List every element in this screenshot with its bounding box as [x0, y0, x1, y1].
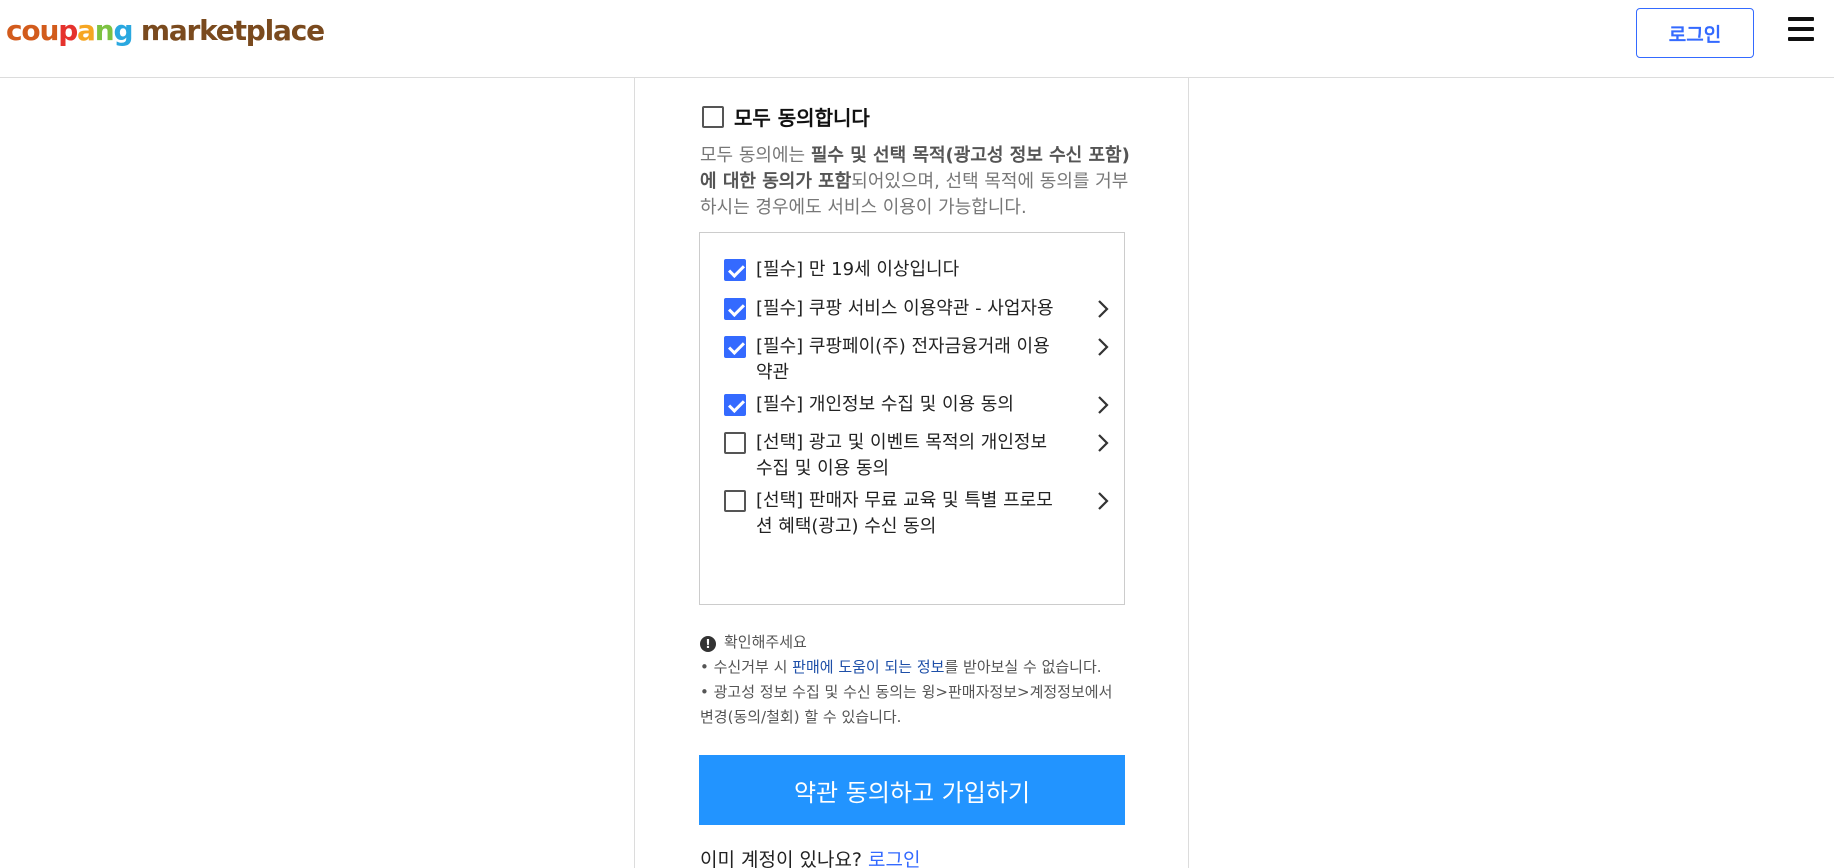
- chevron-right-icon[interactable]: [1096, 299, 1110, 319]
- notice-line-1-text: • 수신거부 시: [700, 658, 793, 676]
- term-checkbox[interactable]: [724, 298, 746, 320]
- term-checkbox[interactable]: [724, 336, 746, 358]
- logo-letter: o: [21, 14, 40, 47]
- term-row[interactable]: [선택] 판매자 무료 교육 및 특별 프로모션 혜택(광고) 수신 동의: [724, 488, 1114, 540]
- logo-letter: c: [6, 14, 23, 47]
- already-text: 이미 계정이 있나요?: [700, 849, 869, 868]
- logo-letter: u: [39, 14, 59, 47]
- agree-all-description: 모두 동의에는 필수 및 선택 목적(광고성 정보 수신 포함)에 대한 동의가…: [700, 143, 1130, 221]
- term-label: [필수] 개인정보 수집 및 이용 동의: [756, 394, 1014, 415]
- term-row[interactable]: [필수] 쿠팡페이(주) 전자금융거래 이용약관: [724, 334, 1114, 386]
- logo-letter: a: [77, 14, 96, 47]
- agree-all-label: 모두 동의합니다: [734, 106, 870, 130]
- terms-list: [필수] 만 19세 이상입니다 [필수] 쿠팡 서비스 이용약관 - 사업자용 […: [699, 232, 1125, 605]
- chevron-right-icon[interactable]: [1096, 491, 1110, 511]
- chevron-right-icon[interactable]: [1096, 395, 1110, 415]
- exclamation-icon: !: [700, 636, 716, 652]
- notice-line-1-end: 를 받아보실 수 없습니다.: [944, 658, 1102, 676]
- header: coupang marketplace 로그인: [0, 0, 1834, 78]
- hamburger-icon[interactable]: [1788, 17, 1814, 47]
- term-label: [필수] 만 19세 이상입니다: [756, 259, 960, 280]
- logo-letter: g: [113, 14, 133, 47]
- coupang-marketplace-logo[interactable]: coupang marketplace: [6, 14, 325, 48]
- notice-title: 확인해주세요: [724, 633, 807, 651]
- agree-all-row[interactable]: 모두 동의합니다: [702, 102, 870, 131]
- term-checkbox[interactable]: [724, 432, 746, 454]
- term-label: [필수] 쿠팡페이(주) 전자금융거래 이용약관: [756, 336, 1050, 383]
- term-label: [선택] 광고 및 이벤트 목적의 개인정보 수집 및 이용 동의: [756, 432, 1048, 479]
- notice-line-2: • 광고성 정보 수집 및 수신 동의는 윙>판매자정보>계정정보에서 변경(동…: [700, 683, 1113, 726]
- agree-and-signup-button[interactable]: 약관 동의하고 가입하기: [699, 755, 1125, 825]
- chevron-right-icon[interactable]: [1096, 433, 1110, 453]
- term-checkbox[interactable]: [724, 394, 746, 416]
- term-checkbox[interactable]: [724, 490, 746, 512]
- logo-letter: p: [58, 14, 78, 47]
- logo-letter: marketplace: [132, 14, 325, 47]
- term-checkbox[interactable]: [724, 259, 746, 281]
- term-row[interactable]: [필수] 쿠팡 서비스 이용약관 - 사업자용: [724, 296, 1114, 322]
- term-row[interactable]: [필수] 만 19세 이상입니다: [724, 257, 1114, 283]
- already-have-account: 이미 계정이 있나요? 로그인: [700, 845, 921, 868]
- login-link[interactable]: 로그인: [868, 849, 920, 868]
- agree-all-checkbox[interactable]: [702, 105, 724, 128]
- notice-block: ! 확인해주세요 • 수신거부 시 판매에 도움이 되는 정보를 받아보실 수 없…: [700, 630, 1130, 730]
- logo-letter: n: [94, 14, 115, 47]
- chevron-right-icon[interactable]: [1096, 337, 1110, 357]
- term-row[interactable]: [선택] 광고 및 이벤트 목적의 개인정보 수집 및 이용 동의: [724, 430, 1114, 482]
- term-row[interactable]: [필수] 개인정보 수집 및 이용 동의: [724, 392, 1114, 418]
- notice-line-1: • 수신거부 시 판매에 도움이 되는 정보를 받아보실 수 없습니다.: [700, 655, 1130, 680]
- notice-highlight: 판매에 도움이 되는 정보: [792, 658, 945, 676]
- description-text: 모두 동의에는: [700, 145, 811, 166]
- login-button[interactable]: 로그인: [1636, 8, 1754, 58]
- term-label: [선택] 판매자 무료 교육 및 특별 프로모션 혜택(광고) 수신 동의: [756, 490, 1053, 537]
- term-label: [필수] 쿠팡 서비스 이용약관 - 사업자용: [756, 298, 1054, 319]
